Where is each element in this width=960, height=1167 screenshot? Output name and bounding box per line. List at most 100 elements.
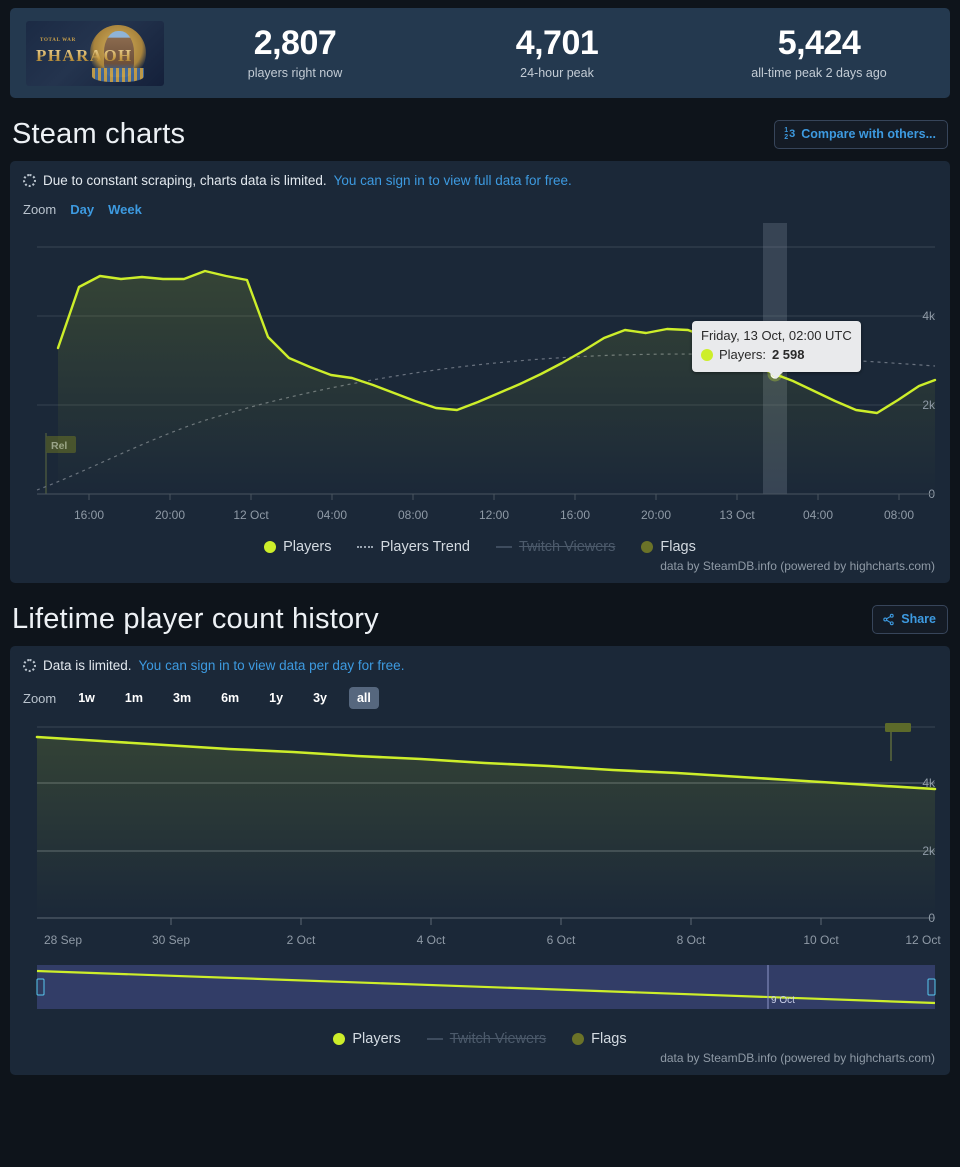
page-title-lifetime: Lifetime player count history (12, 603, 379, 635)
legend-label: Players (352, 1031, 401, 1047)
xtick-6: 16:00 (560, 508, 590, 522)
xtick-7: 12 Oct (905, 933, 941, 947)
steam-charts-header: Steam charts 123 Compare with others... (12, 118, 948, 151)
share-button-label: Share (901, 612, 936, 626)
xtick-1: 30 Sep (152, 933, 190, 947)
zoom-option-1y[interactable]: 1y (261, 687, 291, 709)
stat-players-right-now: 2,807 players right now (164, 25, 426, 81)
legend-item-flags[interactable]: Flags (641, 539, 696, 555)
tooltip-arrow (769, 371, 784, 379)
share-button[interactable]: Share (872, 605, 948, 634)
compare-with-others-button[interactable]: 123 Compare with others... (774, 119, 948, 150)
navigator-label: 9 Oct (771, 995, 795, 1006)
players-dot-icon (264, 541, 277, 553)
zoom-option-3m[interactable]: 3m (165, 687, 199, 709)
share-icon (883, 613, 894, 625)
stat-label: all-time peak 2 days ago (751, 66, 887, 81)
zoom-option-day[interactable]: Day (70, 202, 94, 217)
notice-text: Due to constant scraping, charts data is… (43, 173, 327, 188)
xtick-1: 20:00 (155, 508, 185, 522)
legend-label: Flags (591, 1031, 627, 1047)
xtick-9: 04:00 (803, 508, 833, 522)
lifetime-credit: data by SteamDB.info (powered by highcha… (660, 1051, 935, 1065)
xtick-4: 08:00 (398, 508, 428, 522)
game-thumbnail[interactable]: TOTAL WAR PHARAOH (26, 20, 164, 86)
flags-dot-icon (641, 541, 654, 553)
thumbnail-franchise-label: TOTAL WAR (40, 37, 76, 43)
legend-label: Players (283, 539, 332, 555)
xtick-5: 8 Oct (677, 933, 706, 947)
lifetime-card: Data is limited. You can sign in to view… (10, 646, 950, 1075)
legend-label: Players Trend (380, 539, 470, 555)
steam-charts-svg[interactable]: Rel 4k 2k 0 (23, 223, 947, 533)
players-dot-icon (333, 1033, 346, 1045)
zoom-option-6m[interactable]: 6m (213, 687, 247, 709)
sign-in-link[interactable]: You can sign in to view data per day for… (139, 658, 405, 673)
steam-charts-zoom-controls: Zoom Day Week (23, 202, 937, 217)
zoom-option-3y[interactable]: 3y (305, 687, 335, 709)
twitch-line-icon (426, 1038, 443, 1040)
stat-label: 24-hour peak (520, 66, 594, 81)
compare-button-label: Compare with others... (801, 127, 936, 141)
xtick-0: 28 Sep (44, 933, 82, 947)
legend-label: Flags (660, 539, 696, 555)
stat-value: 4,701 (515, 23, 599, 62)
zoom-option-all[interactable]: all (348, 687, 379, 709)
thumbnail-game-title: PHARAOH (36, 45, 133, 65)
navigator-handle-left[interactable] (36, 978, 45, 996)
stat-label: players right now (247, 66, 343, 81)
tooltip-series-dot-icon (701, 349, 713, 362)
tooltip-series-label: Players: (719, 346, 766, 362)
legend-item-twitch-viewers[interactable]: Twitch Viewers (495, 539, 616, 555)
steam-charts-card: Due to constant scraping, charts data is… (10, 161, 950, 583)
loading-spinner-icon (23, 174, 36, 187)
legend-label: Twitch Viewers (518, 539, 616, 555)
legend-item-players[interactable]: Players (264, 539, 331, 555)
chart-tooltip: Friday, 13 Oct, 02:00 UTC Players: 2 598 (692, 321, 861, 379)
tooltip-time: Friday, 13 Oct, 02:00 UTC (701, 328, 852, 343)
navigator-handle-right[interactable] (927, 978, 936, 996)
xtick-4: 6 Oct (547, 933, 576, 947)
zoom-label: Zoom (23, 690, 57, 706)
xtick-10: 08:00 (884, 508, 914, 522)
thumbnail-collar (92, 67, 144, 82)
chart-navigator[interactable]: 9 Oct (36, 965, 936, 1009)
legend-item-flags[interactable]: Flags (572, 1031, 627, 1047)
xtick-3: 04:00 (317, 508, 347, 522)
stat-24-hour-peak: 4,701 24-hour peak (426, 23, 688, 81)
sign-in-link[interactable]: You can sign in to view full data for fr… (334, 173, 572, 188)
stat-all-time-peak: 5,424 all-time peak 2 days ago (688, 25, 950, 81)
lifetime-plot[interactable]: 4k 2k 0 28 Sep 30 Sep 2 Oct 4 Oct 6 Oct … (23, 715, 947, 1025)
twitch-line-icon (495, 546, 512, 548)
ytick-2k: 2k (922, 844, 936, 858)
zoom-option-1m[interactable]: 1m (117, 687, 151, 709)
legend-item-twitch-viewers[interactable]: Twitch Viewers (426, 1031, 546, 1047)
xtick-8: 13 Oct (719, 508, 755, 522)
zoom-option-week[interactable]: Week (108, 202, 142, 217)
ytick-2k: 2k (922, 398, 936, 412)
legend-item-players-trend[interactable]: Players Trend (357, 539, 470, 555)
steam-charts-legend: Players Players Trend Twitch Viewers Fla… (23, 539, 937, 555)
steam-charts-credit: data by SteamDB.info (powered by highcha… (660, 559, 935, 573)
xtick-2: 2 Oct (287, 933, 316, 947)
flags-dot-icon (572, 1033, 585, 1045)
lifetime-legend: Players Twitch Viewers Flags (23, 1031, 937, 1047)
tooltip-series-value: 2 598 (771, 346, 805, 362)
tooltip-series-row: Players: 2 598 (701, 346, 852, 365)
xtick-7: 20:00 (641, 508, 671, 522)
xtick-6: 10 Oct (803, 933, 839, 947)
xtick-0: 16:00 (74, 508, 104, 522)
lifetime-svg[interactable]: 4k 2k 0 28 Sep 30 Sep 2 Oct 4 Oct 6 Oct … (23, 715, 947, 1025)
xtick-2: 12 Oct (233, 508, 269, 522)
ytick-0: 0 (928, 911, 935, 925)
loading-spinner-icon (23, 659, 36, 672)
zoom-option-1w[interactable]: 1w (70, 687, 103, 709)
ytick-4k: 4k (922, 776, 936, 790)
rank-icon: 123 (784, 126, 796, 141)
lifetime-notice: Data is limited. You can sign in to view… (23, 658, 937, 673)
steam-charts-plot[interactable]: Rel 4k 2k 0 (23, 223, 947, 533)
game-summary-panel: TOTAL WAR PHARAOH 2,807 players right no… (10, 8, 950, 98)
notice-text: Data is limited. (43, 658, 132, 673)
legend-item-players[interactable]: Players (333, 1031, 401, 1047)
flag-marker[interactable] (885, 723, 911, 732)
